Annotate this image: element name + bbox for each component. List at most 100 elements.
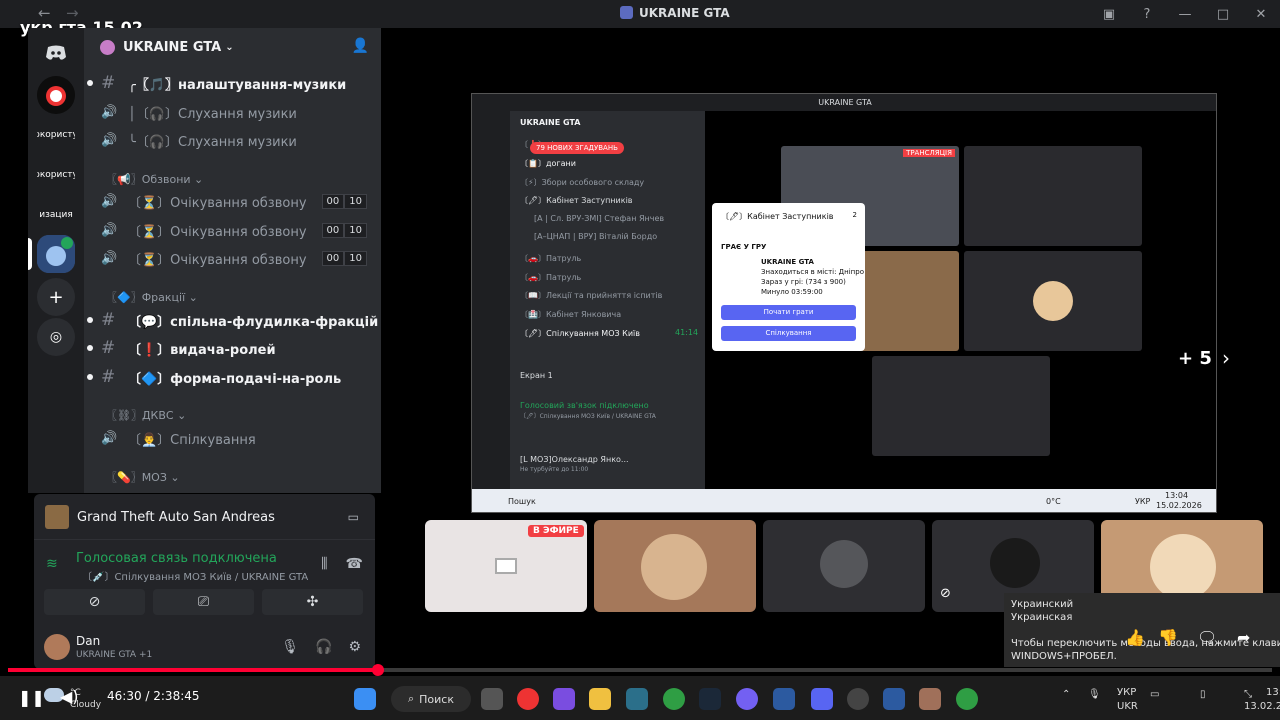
- category-calls[interactable]: 〖📢〗Обзвони ⌄: [106, 171, 203, 187]
- chevron-up-icon[interactable]: ⌃: [1062, 689, 1070, 700]
- pause-icon[interactable]: ❚❚: [18, 688, 45, 707]
- inner-tile[interactable]: [872, 356, 1050, 456]
- camera-off-button[interactable]: ⊘: [44, 589, 145, 615]
- category-label: 〖📢〗Обзвони: [106, 173, 191, 186]
- channel-music-settings[interactable]: # ╭〖🎵〗налаштування-музики: [84, 70, 381, 96]
- volume-icon[interactable]: ◀): [60, 687, 79, 706]
- game-icon[interactable]: [919, 688, 941, 710]
- mentions-badge[interactable]: 79 НОВИХ ЗГАДУВАНЬ: [530, 142, 624, 154]
- file-explorer-icon[interactable]: [589, 688, 611, 710]
- add-server-icon[interactable]: +: [37, 278, 75, 316]
- invite-user-icon[interactable]: 👤: [352, 38, 369, 54]
- settings-gear-icon[interactable]: ⚙: [348, 639, 361, 655]
- window-title: UKRAINE GTA: [620, 6, 730, 20]
- category-moz[interactable]: 〖💊〗МОЗ ⌄: [106, 469, 180, 485]
- chevron-down-icon: ⌄: [194, 173, 204, 186]
- channel-faction-flood[interactable]: # 〔💬〕спільна-флудилка-фракцій: [84, 307, 381, 333]
- minimize-button[interactable]: —: [1166, 7, 1204, 22]
- microphone-icon[interactable]: 🎙: [1088, 689, 1101, 700]
- user-panel: Grand Theft Auto San Andreas ▭ ≋ Голосов…: [34, 494, 375, 669]
- channel-waiting-1[interactable]: 🔊 〔⏳〕Очікування обзвону 00 10: [84, 188, 381, 214]
- discord-icon[interactable]: [811, 688, 833, 710]
- channel-waiting-2[interactable]: 🔊 〔⏳〕Очікування обзвону 00 10: [84, 217, 381, 243]
- inner-channel: 〔📖〕Лекції та прийняття іспитів: [520, 291, 663, 300]
- channel-label: 〔⏳〕Очікування обзвону: [128, 224, 307, 240]
- server-label-3[interactable]: изация: [37, 196, 75, 234]
- task-view-icon[interactable]: [481, 688, 503, 710]
- popup-talk-button[interactable]: Спілкування: [721, 326, 856, 341]
- inner-tile[interactable]: [964, 146, 1142, 246]
- discord-home-icon[interactable]: [37, 34, 75, 72]
- channel-roles[interactable]: # 〔❗〕видача-ролей: [84, 335, 381, 361]
- copilot-icon[interactable]: [553, 688, 575, 710]
- viber-icon[interactable]: [736, 688, 758, 710]
- network-icon[interactable]: ▭: [1150, 689, 1159, 700]
- server-header[interactable]: UKRAINE GTA ⌄ 👤: [84, 28, 381, 66]
- share-icon[interactable]: ➦: [1237, 628, 1250, 647]
- category-dkvs[interactable]: 〖⛓〗ДКВС ⌄: [106, 407, 186, 423]
- video-progress-bar[interactable]: [8, 664, 1272, 676]
- inner-tile[interactable]: [964, 251, 1142, 351]
- category-factions[interactable]: 〖🔷〗Фракції ⌄: [106, 289, 198, 305]
- maximize-button[interactable]: □: [1204, 7, 1242, 22]
- chrome-icon[interactable]: [663, 688, 685, 710]
- inner-voice-status: Голосовий зв'язок підключено: [520, 401, 649, 410]
- server-label-2[interactable]: ркористу: [37, 156, 75, 194]
- channel-music-listen-2[interactable]: 🔊 ╰〔🎧〕Слухання музики: [84, 127, 381, 153]
- headphones-icon[interactable]: 🎧: [315, 639, 332, 655]
- disconnect-icon[interactable]: ☎: [346, 556, 363, 572]
- help-icon[interactable]: ?: [1128, 7, 1166, 22]
- popup-channel: 〔🖊〕Кабінет Заступників: [721, 212, 834, 221]
- close-button[interactable]: ✕: [1242, 7, 1280, 22]
- channel-waiting-3[interactable]: 🔊 〔⏳〕Очікування обзвону 00 10: [84, 245, 381, 271]
- participant-tile[interactable]: [763, 520, 925, 612]
- share-screen-button[interactable]: ⎚: [153, 589, 254, 615]
- channel-dkvs-talk[interactable]: 🔊 〔👨‍💼〕Спілкування: [84, 425, 381, 451]
- participant-avatar: [641, 534, 707, 600]
- like-icon[interactable]: 👍: [1125, 628, 1145, 647]
- participant-tile-live[interactable]: В ЭФИРЕ: [425, 520, 587, 612]
- windows-start-icon[interactable]: [354, 688, 376, 710]
- server-avatar[interactable]: [37, 76, 75, 114]
- server-label-1[interactable]: ркористу: [37, 116, 75, 154]
- inbox-icon[interactable]: ▣: [1090, 7, 1128, 22]
- channel-role-form[interactable]: # 〔🔷〕форма-подачі-на-роль: [84, 364, 381, 390]
- category-label: 〖💊〗МОЗ: [106, 471, 167, 484]
- chrome-profile-icon[interactable]: [956, 688, 978, 710]
- progress-knob[interactable]: [372, 664, 385, 676]
- avatar[interactable]: [44, 634, 70, 660]
- dislike-icon[interactable]: 👎: [1158, 628, 1178, 647]
- user-area[interactable]: Dan UKRAINE GTA +1 🎙 🎧 ⚙: [34, 629, 375, 669]
- inner-channel: 〔🏥〕Кабінет Янковича: [520, 310, 622, 319]
- comment-icon[interactable]: 🗨: [1197, 628, 1217, 647]
- participant-avatar: [990, 538, 1040, 588]
- inner-server-name: UKRAINE GTA: [520, 118, 581, 127]
- noise-suppression-icon[interactable]: ⫼: [321, 556, 327, 572]
- app-icon[interactable]: [626, 688, 648, 710]
- popup-play-button[interactable]: Почати грати: [721, 305, 856, 320]
- voice-channel[interactable]: 〔💉〕Спілкування МОЗ Київ / UKRAINE GTA: [82, 568, 308, 583]
- chevron-right-icon[interactable]: ›: [1222, 346, 1230, 370]
- app-icon[interactable]: [883, 688, 905, 710]
- obs-icon[interactable]: [847, 688, 869, 710]
- collapse-icon[interactable]: ⤡: [1244, 689, 1252, 700]
- battery-icon[interactable]: ▯: [1200, 689, 1206, 700]
- live-badge: В ЭФИРЕ: [528, 525, 584, 537]
- explore-icon[interactable]: ◎: [37, 318, 75, 356]
- ukraine-gta-server-icon[interactable]: [37, 235, 75, 273]
- media-app-icon[interactable]: [517, 688, 539, 710]
- language-1[interactable]: УКР: [1117, 687, 1136, 698]
- channel-music-listen-1[interactable]: 🔊 │〔🎧〕Слухання музики: [84, 99, 381, 125]
- game-thumbnail: [45, 505, 69, 529]
- chevron-down-icon: ⌄: [170, 471, 180, 484]
- signal-icon[interactable]: ≋: [46, 556, 58, 572]
- taskbar-search[interactable]: ⌕ Поиск: [391, 686, 471, 712]
- participant-tile[interactable]: [594, 520, 756, 612]
- app-icon[interactable]: [773, 688, 795, 710]
- more-participants[interactable]: + 5: [1178, 348, 1212, 369]
- steam-icon[interactable]: [699, 688, 721, 710]
- microphone-icon[interactable]: 🎙: [281, 639, 299, 655]
- stream-icon[interactable]: ▭: [348, 510, 359, 524]
- activities-button[interactable]: ✣: [262, 589, 363, 615]
- language-2[interactable]: UKR: [1117, 701, 1138, 712]
